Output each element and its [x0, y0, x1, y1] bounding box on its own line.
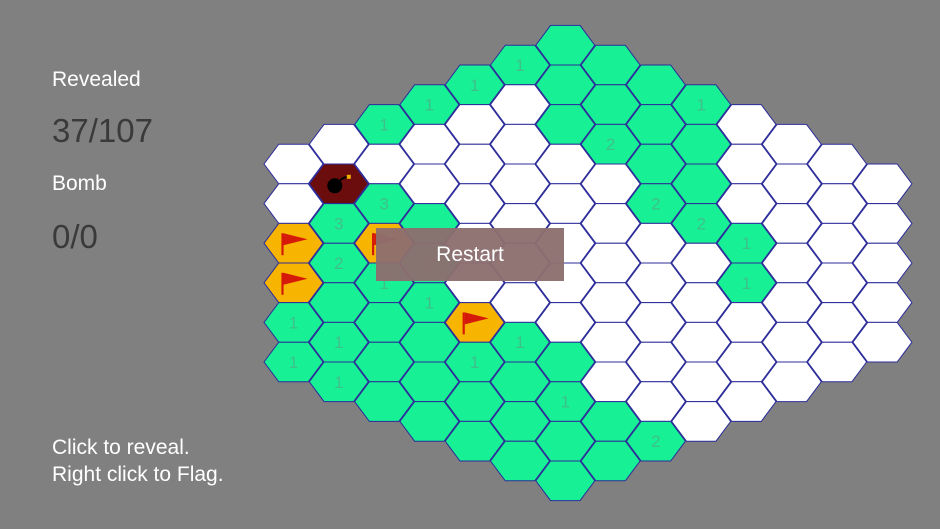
- help-text-flag: Right click to Flag.: [52, 463, 224, 486]
- cell-number: 3: [334, 214, 343, 233]
- cell-number: 1: [742, 234, 751, 253]
- restart-button[interactable]: Restart: [376, 228, 564, 281]
- cell-number: 1: [334, 373, 343, 392]
- cell-number: 1: [742, 274, 751, 293]
- cell-number: 1: [470, 353, 479, 372]
- help-text-reveal: Click to reveal.: [52, 436, 190, 459]
- cell-number: 1: [515, 56, 524, 75]
- cell-number: 1: [425, 96, 434, 115]
- cell-number: 2: [334, 254, 343, 273]
- cell-number: 1: [425, 294, 434, 313]
- cell-number: 1: [696, 96, 705, 115]
- cell-number: 1: [334, 333, 343, 352]
- cell-number: 1: [561, 393, 570, 412]
- cell-number: 1: [289, 353, 298, 372]
- cell-number: 1: [379, 115, 388, 134]
- cell-number: 3: [379, 195, 388, 214]
- cell-number: 1: [470, 76, 479, 95]
- cell-number: 1: [515, 333, 524, 352]
- cell-number: 2: [651, 195, 660, 214]
- cell-number: 2: [606, 135, 615, 154]
- cell-number: 2: [651, 432, 660, 451]
- cell-number: 2: [696, 214, 705, 233]
- cell-number: 1: [289, 313, 298, 332]
